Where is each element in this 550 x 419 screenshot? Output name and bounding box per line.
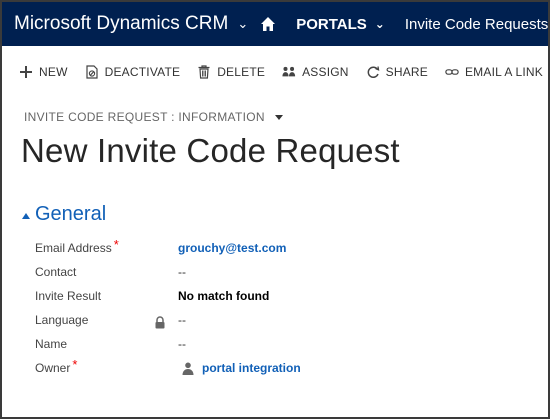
field-owner: Owner * portal integration <box>35 357 535 378</box>
field-label: Invite Result <box>35 289 102 303</box>
caret-down-icon <box>274 114 283 120</box>
field-label: Contact <box>35 265 77 279</box>
new-button[interactable]: NEW <box>18 64 68 80</box>
chevron-down-icon: ⌄ <box>237 16 249 31</box>
form-selector-label: INVITE CODE REQUEST : INFORMATION <box>24 110 265 124</box>
home-icon <box>261 17 276 31</box>
delete-button[interactable]: DELETE <box>196 64 265 80</box>
required-indicator: * <box>72 356 78 372</box>
share-button-label: SHARE <box>385 65 428 79</box>
deactivate-button-label: DEACTIVATE <box>104 65 181 79</box>
user-icon <box>182 362 194 375</box>
brand-label: Microsoft Dynamics CRM <box>14 13 229 34</box>
required-indicator: * <box>113 236 119 252</box>
plus-icon <box>18 64 34 80</box>
deactivate-button[interactable]: DEACTIVATE <box>84 64 181 80</box>
form-selector[interactable]: INVITE CODE REQUEST : INFORMATION <box>24 110 283 124</box>
field-email-address: Email Address * grouchy@test.com <box>35 237 535 258</box>
field-name: Name -- <box>35 334 535 354</box>
command-bar: NEW DEACTIVATE DELETE ASSIGN SHARE EMAIL… <box>2 58 548 86</box>
assign-icon <box>281 64 297 80</box>
field-label-wrap: Email Address * <box>35 237 178 256</box>
field-label: Email Address <box>35 241 112 255</box>
collapse-triangle-icon <box>22 212 30 219</box>
field-label: Owner <box>35 361 71 375</box>
email-a-link-button[interactable]: EMAIL A LINK <box>444 64 543 80</box>
field-language: Language -- <box>35 310 535 330</box>
field-label-wrap: Name <box>35 337 178 351</box>
chevron-down-icon: ⌄ <box>374 17 385 31</box>
delete-button-label: DELETE <box>217 65 266 79</box>
top-nav-bar: Microsoft Dynamics CRM ⌄ PORTALS ⌄ Invit… <box>2 2 548 46</box>
field-label-wrap: Owner * <box>35 357 178 376</box>
app-switcher[interactable]: Microsoft Dynamics CRM ⌄ <box>2 2 248 46</box>
field-label-wrap: Contact <box>35 265 178 279</box>
language-value: -- <box>178 313 186 327</box>
field-contact: Contact -- <box>35 262 535 282</box>
page-title: New Invite Code Request <box>21 132 400 169</box>
email-a-link-button-label: EMAIL A LINK <box>464 65 543 79</box>
share-icon <box>365 64 381 80</box>
assign-button-label: ASSIGN <box>302 65 349 79</box>
nav-entity-label: Invite Code Requests <box>404 15 549 33</box>
section-general-toggle[interactable]: General <box>22 203 106 226</box>
deactivate-icon <box>84 64 100 80</box>
share-button[interactable]: SHARE <box>365 64 428 80</box>
home-button[interactable] <box>260 2 276 46</box>
field-label: Language <box>35 313 89 327</box>
owner-name: portal integration <box>202 361 301 375</box>
invite-result-value[interactable]: No match found <box>178 289 269 303</box>
new-button-label: NEW <box>39 65 68 79</box>
field-invite-result: Invite Result No match found <box>35 286 535 306</box>
email-address-value[interactable]: grouchy@test.com <box>178 241 286 255</box>
section-title: General <box>35 203 107 225</box>
field-label-wrap: Language <box>35 313 178 329</box>
app-window: Microsoft Dynamics CRM ⌄ PORTALS ⌄ Invit… <box>0 0 550 419</box>
link-icon <box>444 64 460 80</box>
nav-area-portals[interactable]: PORTALS ⌄ <box>296 2 385 46</box>
nav-entity-invite-code-requests[interactable]: Invite Code Requests <box>405 2 548 46</box>
assign-button[interactable]: ASSIGN <box>281 64 349 80</box>
name-value[interactable]: -- <box>178 337 186 351</box>
contact-value[interactable]: -- <box>178 265 186 279</box>
owner-value[interactable]: portal integration <box>178 361 301 375</box>
field-label: Name <box>35 337 68 351</box>
trash-icon <box>196 64 212 80</box>
lock-icon <box>155 316 165 329</box>
field-label-wrap: Invite Result <box>35 289 178 303</box>
nav-area-label: PORTALS <box>296 15 367 33</box>
